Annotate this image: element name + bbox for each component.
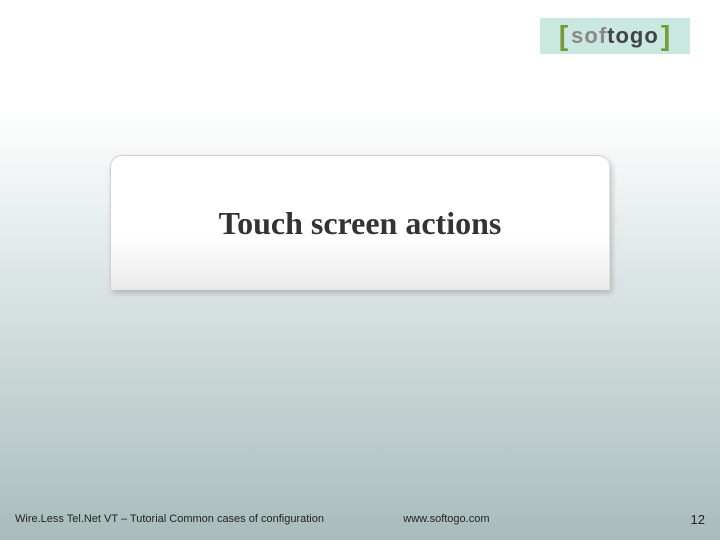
footer-url: www.softogo.com bbox=[403, 513, 489, 525]
logo-bracket-right: ] bbox=[661, 20, 671, 52]
footer-page-number: 12 bbox=[691, 512, 705, 527]
main-content-box: Touch screen actions bbox=[110, 155, 610, 290]
footer-left-text: Wire.Less Tel.Net VT – Tutorial Common c… bbox=[15, 513, 705, 525]
footer: Wire.Less Tel.Net VT – Tutorial Common c… bbox=[0, 513, 720, 525]
logo-text: [ sof togo ] bbox=[559, 20, 671, 52]
main-title: Touch screen actions bbox=[219, 205, 502, 242]
logo-sof: sof bbox=[571, 23, 607, 49]
logo: [ sof togo ] bbox=[540, 18, 690, 54]
logo-togo: togo bbox=[607, 23, 659, 49]
logo-bracket-left: [ bbox=[559, 20, 569, 52]
